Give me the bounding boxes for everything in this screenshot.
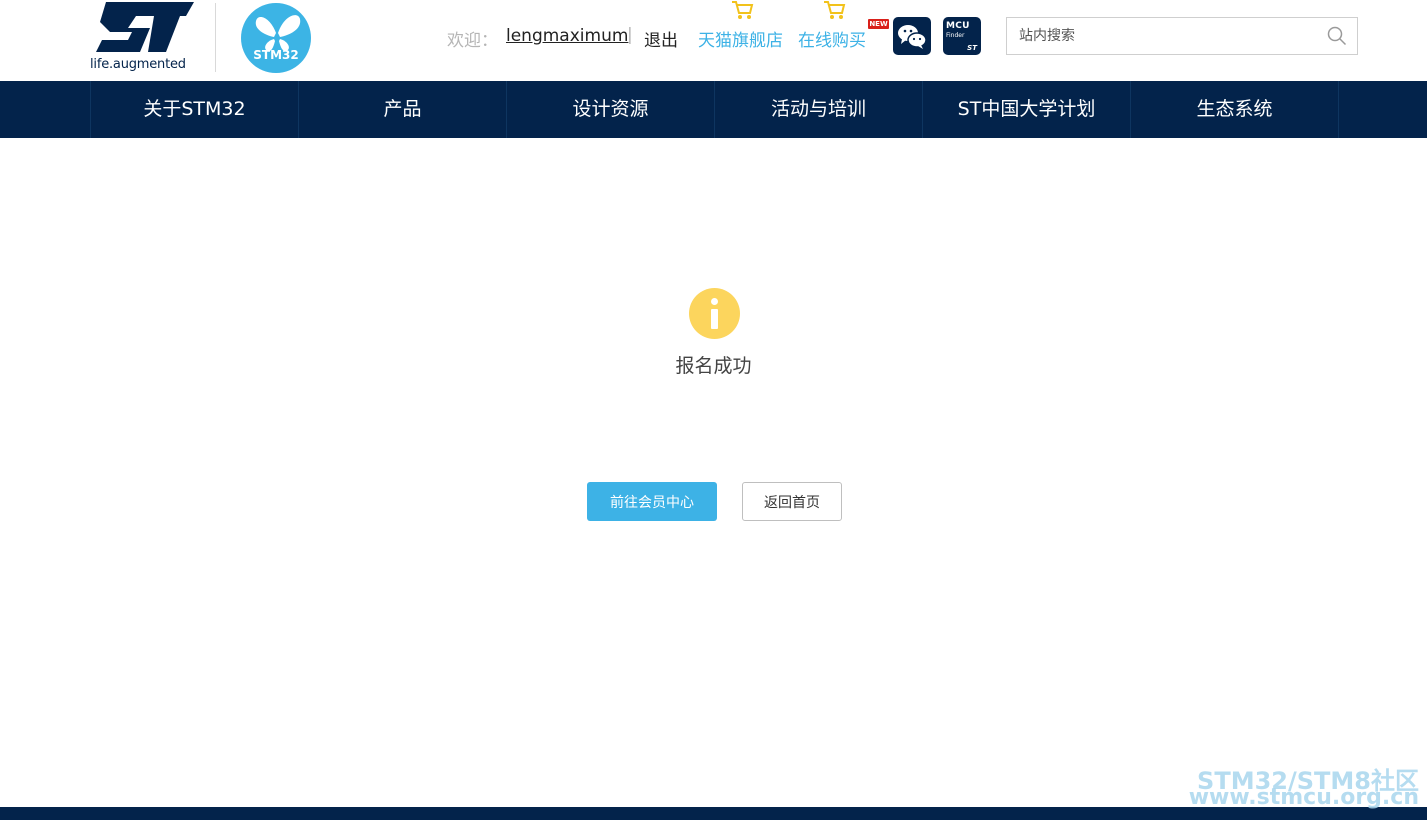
nav-item-events-training[interactable]: 活动与培训 — [714, 81, 922, 138]
tmall-store-link[interactable]: 天猫旗舰店 — [698, 26, 783, 51]
wechat-button[interactable] — [893, 17, 931, 55]
search-icon[interactable] — [1327, 26, 1347, 46]
member-center-button[interactable]: 前往会员中心 — [587, 482, 717, 521]
main-nav: 关于STM32 产品 设计资源 活动与培训 ST中国大学计划 生态系统 — [0, 81, 1427, 138]
logo-divider — [215, 3, 216, 72]
site-header: life.augmented STM32 欢迎： lengmaximum | 退… — [0, 0, 1427, 81]
info-icon — [689, 288, 740, 339]
stm32-logo-text: STM32 — [253, 48, 298, 62]
nav-item-design-resources[interactable]: 设计资源 — [506, 81, 714, 138]
welcome-label: 欢迎： — [447, 31, 498, 51]
return-home-button[interactable]: 返回首页 — [742, 482, 842, 521]
nav-item-ecosystem[interactable]: 生态系统 — [1130, 81, 1339, 138]
mcu-finder-subtitle: Finder — [946, 32, 965, 39]
nav-item-products[interactable]: 产品 — [298, 81, 506, 138]
header-separator: | — [627, 25, 633, 45]
watermark-url: www.stmcu.org.cn — [1188, 785, 1419, 810]
st-tagline: life.augmented — [90, 57, 186, 72]
mcu-finder-title: MCU — [946, 21, 970, 31]
online-buy-link[interactable]: 在线购买 — [798, 26, 866, 51]
cart-icon — [732, 1, 754, 19]
stm32-butterfly-logo: STM32 — [241, 3, 311, 73]
cart-icon — [824, 1, 846, 19]
success-message: 报名成功 — [675, 355, 752, 377]
search-box — [1006, 17, 1358, 55]
logout-link[interactable]: 退出 — [644, 26, 678, 51]
mcu-finder-brand: ST — [967, 44, 977, 52]
nav-item-university-program[interactable]: ST中国大学计划 — [922, 81, 1130, 138]
nav-item-about-stm32[interactable]: 关于STM32 — [90, 81, 298, 138]
username-link[interactable]: lengmaximum — [506, 26, 628, 46]
wechat-icon — [898, 25, 927, 49]
new-badge: NEW — [868, 19, 889, 29]
mcu-finder-button[interactable]: MCU Finder ST — [943, 17, 981, 55]
search-input[interactable] — [1007, 18, 1319, 54]
